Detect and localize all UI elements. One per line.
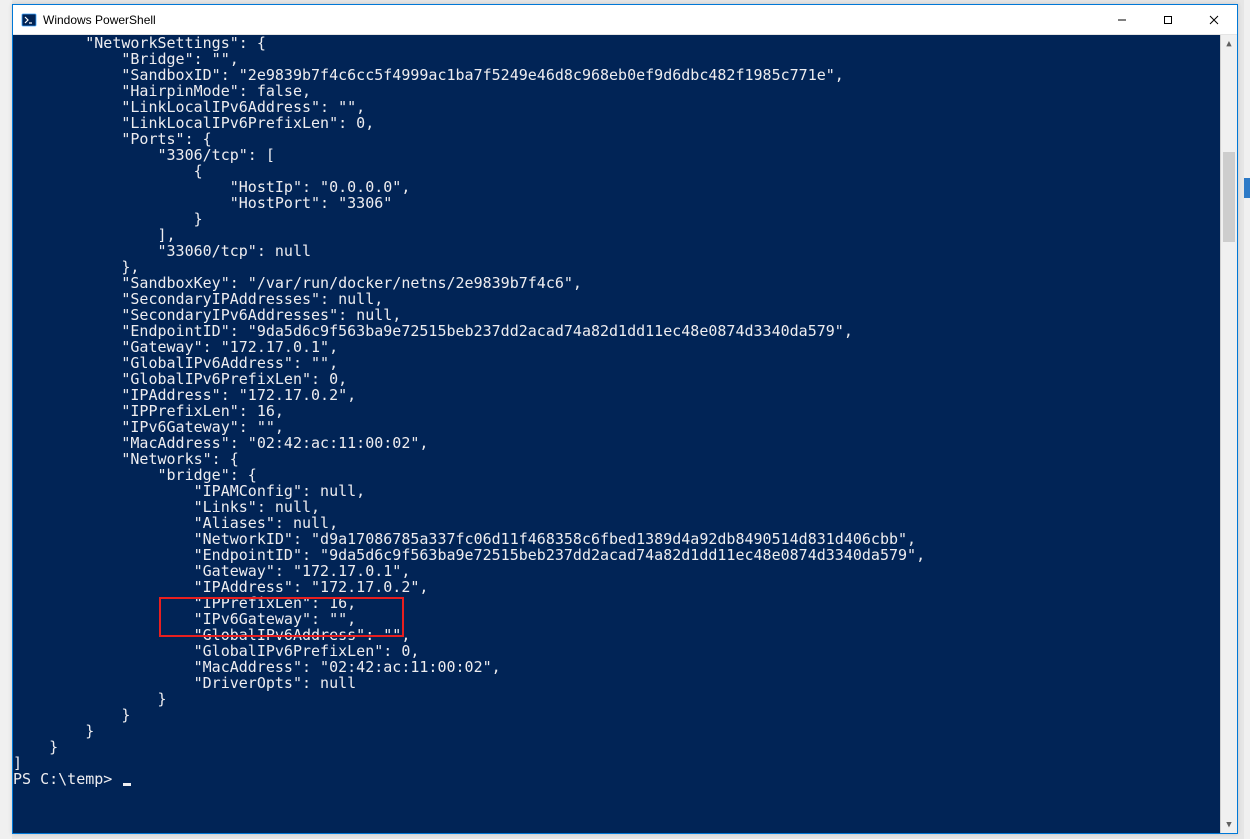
powershell-window: Windows PowerShell "NetworkSettings": { … [12,4,1238,834]
background-right-strip [1244,0,1250,839]
scroll-up-arrow-icon[interactable]: ▲ [1221,35,1237,52]
console-text-region[interactable]: "NetworkSettings": { "Bridge": "", "Sand… [13,35,1220,833]
scroll-track[interactable] [1221,52,1237,816]
scroll-thumb[interactable] [1223,152,1235,242]
minimize-button[interactable] [1099,5,1145,35]
powershell-icon [21,12,37,28]
cursor [123,783,131,786]
console-area[interactable]: "NetworkSettings": { "Bridge": "", "Sand… [13,35,1237,833]
window-controls [1099,5,1237,35]
maximize-button[interactable] [1145,5,1191,35]
window-title: Windows PowerShell [43,13,156,27]
vertical-scrollbar[interactable]: ▲ ▼ [1220,35,1237,833]
window-titlebar[interactable]: Windows PowerShell [13,5,1237,35]
background-left-strip [0,0,12,839]
scroll-down-arrow-icon[interactable]: ▼ [1221,816,1237,833]
close-button[interactable] [1191,5,1237,35]
terminal-output: "NetworkSettings": { "Bridge": "", "Sand… [13,35,1220,793]
bg-strip-color-seg [1244,178,1250,198]
